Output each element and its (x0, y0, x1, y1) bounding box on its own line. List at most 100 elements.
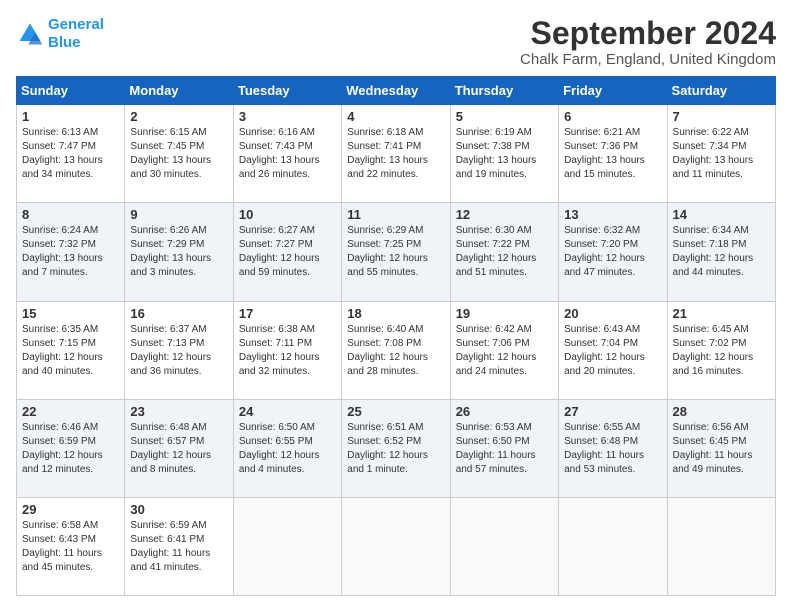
table-row: 28 Sunrise: 6:56 AM Sunset: 6:45 PM Dayli… (667, 399, 775, 497)
day-number: 27 (564, 404, 661, 419)
day-info: Sunrise: 6:50 AM Sunset: 6:55 PM Dayligh… (239, 421, 336, 477)
day-info: Sunrise: 6:43 AM Sunset: 7:04 PM Dayligh… (564, 323, 661, 379)
table-row: 8 Sunrise: 6:24 AM Sunset: 7:32 PM Daylig… (17, 203, 125, 301)
day-info: Sunrise: 6:35 AM Sunset: 7:15 PM Dayligh… (22, 323, 119, 379)
day-number: 2 (130, 109, 227, 124)
col-friday: Friday (559, 77, 667, 105)
day-number: 15 (22, 306, 119, 321)
day-info: Sunrise: 6:38 AM Sunset: 7:11 PM Dayligh… (239, 323, 336, 379)
table-row: 30 Sunrise: 6:59 AM Sunset: 6:41 PM Dayli… (125, 497, 233, 595)
day-number: 17 (239, 306, 336, 321)
day-number: 23 (130, 404, 227, 419)
calendar-row: 22 Sunrise: 6:46 AM Sunset: 6:59 PM Dayli… (17, 399, 776, 497)
calendar-row: 15 Sunrise: 6:35 AM Sunset: 7:15 PM Dayli… (17, 301, 776, 399)
day-number: 28 (673, 404, 770, 419)
header: General Blue September 2024 Chalk Farm, … (16, 16, 776, 68)
table-row: 21 Sunrise: 6:45 AM Sunset: 7:02 PM Dayli… (667, 301, 775, 399)
table-row: 15 Sunrise: 6:35 AM Sunset: 7:15 PM Dayli… (17, 301, 125, 399)
day-info: Sunrise: 6:53 AM Sunset: 6:50 PM Dayligh… (456, 421, 553, 477)
day-info: Sunrise: 6:16 AM Sunset: 7:43 PM Dayligh… (239, 126, 336, 182)
col-wednesday: Wednesday (342, 77, 450, 105)
day-info: Sunrise: 6:45 AM Sunset: 7:02 PM Dayligh… (673, 323, 770, 379)
day-number: 19 (456, 306, 553, 321)
table-row: 20 Sunrise: 6:43 AM Sunset: 7:04 PM Dayli… (559, 301, 667, 399)
day-info: Sunrise: 6:22 AM Sunset: 7:34 PM Dayligh… (673, 126, 770, 182)
table-row: 19 Sunrise: 6:42 AM Sunset: 7:06 PM Dayli… (450, 301, 558, 399)
day-number: 20 (564, 306, 661, 321)
day-number: 11 (347, 207, 444, 222)
day-number: 3 (239, 109, 336, 124)
table-row: 22 Sunrise: 6:46 AM Sunset: 6:59 PM Dayli… (17, 399, 125, 497)
day-number: 26 (456, 404, 553, 419)
month-title: September 2024 (520, 16, 776, 51)
col-thursday: Thursday (450, 77, 558, 105)
day-number: 22 (22, 404, 119, 419)
col-saturday: Saturday (667, 77, 775, 105)
table-row: 12 Sunrise: 6:30 AM Sunset: 7:22 PM Dayli… (450, 203, 558, 301)
day-info: Sunrise: 6:48 AM Sunset: 6:57 PM Dayligh… (130, 421, 227, 477)
col-tuesday: Tuesday (233, 77, 341, 105)
day-info: Sunrise: 6:42 AM Sunset: 7:06 PM Dayligh… (456, 323, 553, 379)
day-number: 14 (673, 207, 770, 222)
table-row: 27 Sunrise: 6:55 AM Sunset: 6:48 PM Dayli… (559, 399, 667, 497)
day-number: 24 (239, 404, 336, 419)
day-number: 13 (564, 207, 661, 222)
day-number: 18 (347, 306, 444, 321)
logo-line2: Blue (48, 34, 81, 51)
day-info: Sunrise: 6:30 AM Sunset: 7:22 PM Dayligh… (456, 224, 553, 280)
table-row: 10 Sunrise: 6:27 AM Sunset: 7:27 PM Dayli… (233, 203, 341, 301)
table-row: 7 Sunrise: 6:22 AM Sunset: 7:34 PM Daylig… (667, 105, 775, 203)
day-number: 4 (347, 109, 444, 124)
table-row: 13 Sunrise: 6:32 AM Sunset: 7:20 PM Dayli… (559, 203, 667, 301)
page: General Blue September 2024 Chalk Farm, … (0, 0, 792, 612)
table-row: 2 Sunrise: 6:15 AM Sunset: 7:45 PM Daylig… (125, 105, 233, 203)
table-row: 1 Sunrise: 6:13 AM Sunset: 7:47 PM Daylig… (17, 105, 125, 203)
calendar-table: Sunday Monday Tuesday Wednesday Thursday… (16, 76, 776, 596)
day-info: Sunrise: 6:55 AM Sunset: 6:48 PM Dayligh… (564, 421, 661, 477)
table-row (342, 497, 450, 595)
day-number: 16 (130, 306, 227, 321)
day-info: Sunrise: 6:27 AM Sunset: 7:27 PM Dayligh… (239, 224, 336, 280)
day-info: Sunrise: 6:15 AM Sunset: 7:45 PM Dayligh… (130, 126, 227, 182)
location: Chalk Farm, England, United Kingdom (520, 51, 776, 68)
day-info: Sunrise: 6:13 AM Sunset: 7:47 PM Dayligh… (22, 126, 119, 182)
logo-icon (16, 20, 44, 48)
table-row: 24 Sunrise: 6:50 AM Sunset: 6:55 PM Dayli… (233, 399, 341, 497)
calendar-row: 8 Sunrise: 6:24 AM Sunset: 7:32 PM Daylig… (17, 203, 776, 301)
calendar-row: 29Sunrise: 6:58 AM Sunset: 6:43 PM Dayli… (17, 497, 776, 595)
table-row (559, 497, 667, 595)
table-row: 9Sunrise: 6:26 AM Sunset: 7:29 PM Daylig… (125, 203, 233, 301)
day-info: Sunrise: 6:19 AM Sunset: 7:38 PM Dayligh… (456, 126, 553, 182)
day-number: 30 (130, 502, 227, 517)
day-number: 12 (456, 207, 553, 222)
table-row: 11Sunrise: 6:29 AM Sunset: 7:25 PM Dayli… (342, 203, 450, 301)
table-row: 14 Sunrise: 6:34 AM Sunset: 7:18 PM Dayli… (667, 203, 775, 301)
day-number: 8 (22, 207, 119, 222)
day-info: Sunrise: 6:37 AM Sunset: 7:13 PM Dayligh… (130, 323, 227, 379)
table-row: 16 Sunrise: 6:37 AM Sunset: 7:13 PM Dayli… (125, 301, 233, 399)
table-row: 17 Sunrise: 6:38 AM Sunset: 7:11 PM Dayli… (233, 301, 341, 399)
day-info: Sunrise: 6:34 AM Sunset: 7:18 PM Dayligh… (673, 224, 770, 280)
day-info: Sunrise: 6:56 AM Sunset: 6:45 PM Dayligh… (673, 421, 770, 477)
table-row: 29Sunrise: 6:58 AM Sunset: 6:43 PM Dayli… (17, 497, 125, 595)
logo: General Blue (16, 16, 104, 52)
day-info: Sunrise: 6:40 AM Sunset: 7:08 PM Dayligh… (347, 323, 444, 379)
title-block: September 2024 Chalk Farm, England, Unit… (520, 16, 776, 68)
day-info: Sunrise: 6:24 AM Sunset: 7:32 PM Dayligh… (22, 224, 119, 280)
day-info: Sunrise: 6:18 AM Sunset: 7:41 PM Dayligh… (347, 126, 444, 182)
day-number: 21 (673, 306, 770, 321)
table-row: 5Sunrise: 6:19 AM Sunset: 7:38 PM Daylig… (450, 105, 558, 203)
day-info: Sunrise: 6:46 AM Sunset: 6:59 PM Dayligh… (22, 421, 119, 477)
day-info: Sunrise: 6:32 AM Sunset: 7:20 PM Dayligh… (564, 224, 661, 280)
table-row (450, 497, 558, 595)
logo-text: General Blue (48, 16, 104, 52)
day-number: 10 (239, 207, 336, 222)
day-info: Sunrise: 6:58 AM Sunset: 6:43 PM Dayligh… (22, 519, 119, 575)
day-number: 7 (673, 109, 770, 124)
day-info: Sunrise: 6:59 AM Sunset: 6:41 PM Dayligh… (130, 519, 227, 575)
day-number: 1 (22, 109, 119, 124)
table-row: 3 Sunrise: 6:16 AM Sunset: 7:43 PM Daylig… (233, 105, 341, 203)
day-number: 25 (347, 404, 444, 419)
table-row (667, 497, 775, 595)
table-row: 25Sunrise: 6:51 AM Sunset: 6:52 PM Dayli… (342, 399, 450, 497)
